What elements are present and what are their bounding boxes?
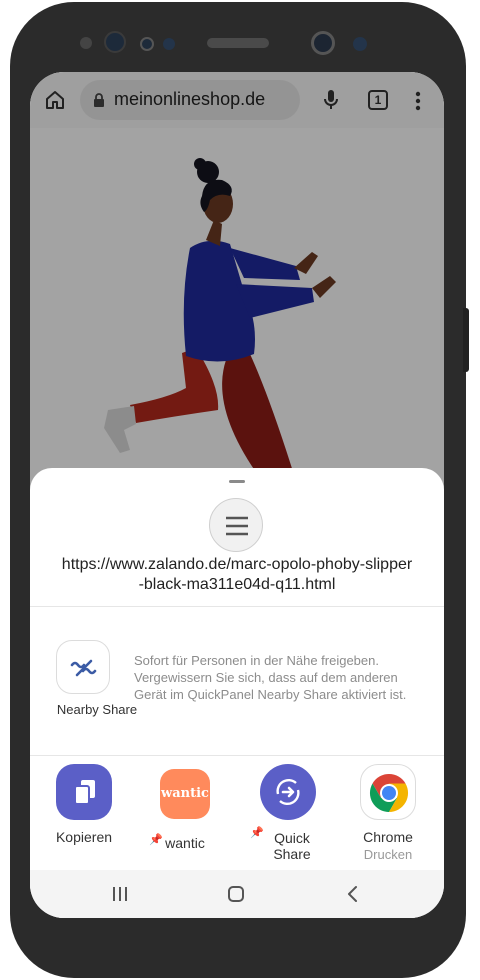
shared-url-line-1: https://www.zalando.de/marc-opolo-phoby-…: [61, 556, 413, 573]
nearby-share-description: Sofort für Personen in der Nähe freigebe…: [134, 653, 407, 702]
earpiece-speaker: [207, 38, 269, 48]
quick-share-tile: [260, 764, 316, 820]
light-sensor: [163, 38, 175, 50]
front-camera-icon: [104, 31, 126, 53]
document-lines-icon: [226, 516, 248, 536]
proximity-sensor: [140, 37, 154, 51]
nearby-share-button[interactable]: [56, 640, 110, 694]
nearby-share-label: Nearby Share: [56, 702, 138, 717]
front-camera-2-icon: [311, 31, 335, 55]
nearby-share-icon: [70, 659, 97, 677]
copy-tile: [56, 764, 112, 820]
quick-share-label-line2: Share: [273, 846, 311, 862]
wantic-logo-icon: wantic: [161, 786, 209, 801]
chrome-label: Chrome: [363, 829, 413, 845]
shared-url-line-2: -black-ma311e04d-q11.html: [138, 576, 336, 593]
divider: [30, 755, 444, 756]
home-nav-icon[interactable]: [227, 885, 245, 903]
quick-share-icon: [276, 778, 300, 806]
iris-sensor: [353, 37, 367, 51]
app-wantic[interactable]: wantic 📌 wantic: [131, 761, 239, 869]
chrome-sub-label: Drucken: [363, 847, 413, 862]
front-sensor: [80, 37, 92, 49]
navigation-bar: [30, 870, 444, 918]
copy-label: Kopieren: [55, 829, 113, 845]
quick-share-label-line1: Quick: [274, 830, 310, 846]
chrome-icon: [369, 773, 409, 813]
wantic-tile: wantic: [160, 769, 210, 819]
recent-apps-icon[interactable]: [112, 886, 128, 902]
screen: meinonlineshop.de 1 https://www.zalando.…: [30, 72, 444, 918]
wantic-label: wantic: [165, 835, 205, 851]
drag-handle[interactable]: [229, 480, 245, 483]
document-thumbnail: [209, 498, 263, 552]
back-icon[interactable]: [346, 885, 358, 903]
side-button: [463, 308, 469, 372]
divider: [30, 606, 444, 607]
chrome-tile: [360, 764, 416, 820]
copy-icon: [74, 780, 95, 805]
